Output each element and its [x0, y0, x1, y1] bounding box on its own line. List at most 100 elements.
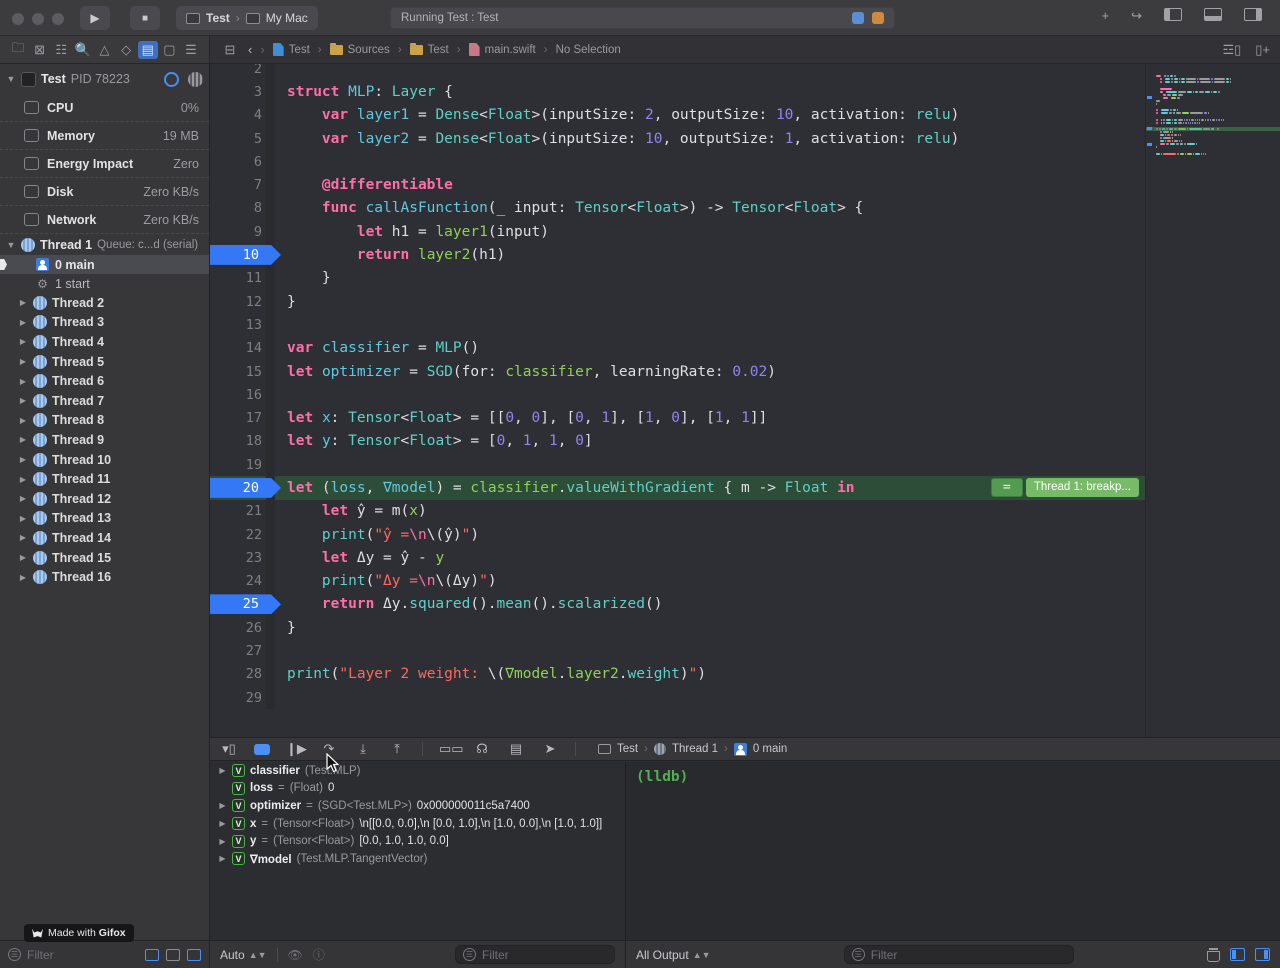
variable-row-loss[interactable]: Vloss=(Float)0 — [210, 780, 625, 798]
line-number[interactable]: 2 — [210, 64, 266, 77]
disclosure-closed-icon[interactable]: ▶ — [18, 357, 28, 366]
debug-crumb-label[interactable]: Test — [617, 743, 638, 755]
go-back-icon[interactable]: ‹ — [248, 42, 252, 57]
variable-row-∇model[interactable]: ▶V∇model(Test.MLP.TangentVector) — [210, 850, 625, 868]
jumpbar-item[interactable]: main.swift — [469, 43, 536, 56]
disclosure-closed-icon[interactable]: ▶ — [18, 318, 28, 327]
disclosure-open-icon[interactable]: ▼ — [6, 240, 16, 250]
thread-row-thread-11[interactable]: ▶Thread 11 — [0, 469, 209, 489]
clear-console-icon[interactable] — [1207, 948, 1220, 962]
variables-filter-field[interactable]: ☰ Filter — [455, 945, 615, 964]
symbol-navigator-icon[interactable]: ☷ — [51, 41, 71, 59]
console-filter-field[interactable]: ☰ Filter — [844, 945, 1074, 964]
thread-row-thread-5[interactable]: ▶Thread 5 — [0, 352, 209, 372]
gauge-network[interactable]: NetworkZero KB/s — [0, 206, 209, 234]
thread-row-thread-10[interactable]: ▶Thread 10 — [0, 450, 209, 470]
toggle-debug-area-icon[interactable] — [1204, 8, 1222, 21]
disclosure-closed-icon[interactable]: ▶ — [18, 435, 28, 444]
thread-row-thread-7[interactable]: ▶Thread 7 — [0, 391, 209, 411]
code-line-23[interactable]: 23 let Δy = ŷ - y — [210, 546, 1145, 569]
scheme-selector[interactable]: Test › My Mac — [176, 6, 318, 30]
simulate-location-icon[interactable]: ➤ — [541, 741, 559, 757]
show-console-view-icon[interactable] — [1255, 948, 1270, 961]
console-view[interactable]: (lldb) — [625, 762, 1280, 940]
step-into-icon[interactable]: ⤓ — [354, 741, 372, 757]
show-variables-view-icon[interactable] — [1230, 948, 1245, 961]
disclosure-closed-icon[interactable]: ▶ — [18, 533, 28, 542]
code-line-22[interactable]: 22 print("ŷ =\n\(ŷ)") — [210, 523, 1145, 546]
show-running-blocks-icon[interactable] — [145, 949, 159, 961]
disclosure-closed-icon[interactable]: ▶ — [218, 819, 227, 828]
breakpoint-navigator-icon[interactable]: ▢ — [159, 41, 179, 59]
line-number[interactable]: 4 — [210, 107, 266, 123]
stop-button[interactable]: ■ — [130, 6, 160, 30]
code-line-21[interactable]: 21 let ŷ = m(x) — [210, 500, 1145, 523]
code-line-16[interactable]: 16 — [210, 383, 1145, 406]
code-line-13[interactable]: 13 — [210, 313, 1145, 336]
continue-execution-icon[interactable]: ❙▶ — [286, 741, 304, 757]
process-row[interactable]: ▼ Test PID 78223 — [0, 64, 209, 94]
stack-frame-0-main[interactable]: 0 main — [0, 255, 209, 274]
close-window-icon[interactable] — [12, 13, 24, 25]
disclosure-closed-icon[interactable]: ▶ — [18, 377, 28, 386]
line-number[interactable]: 26 — [210, 620, 266, 636]
code-line-29[interactable]: 29 — [210, 686, 1145, 709]
issue-navigator-icon[interactable]: △ — [95, 41, 115, 59]
variables-scope-dropdown[interactable]: Auto▲▼ — [220, 948, 267, 962]
navigator-filter-input[interactable]: Filter — [27, 948, 54, 962]
pause-process-icon[interactable] — [164, 72, 179, 87]
source-editor[interactable]: 23struct MLP: Layer {4 var layer1 = Dens… — [210, 64, 1280, 737]
variable-row-y[interactable]: ▶Vy=(Tensor<Float>)[0.0, 1.0, 1.0, 0.0] — [210, 832, 625, 850]
thread-row-thread-3[interactable]: ▶Thread 3 — [0, 313, 209, 333]
line-number[interactable]: 28 — [210, 666, 266, 682]
line-number[interactable]: 6 — [210, 154, 266, 170]
disclosure-closed-icon[interactable]: ▶ — [218, 801, 227, 810]
go-forward-icon[interactable]: › — [260, 42, 264, 57]
jumpbar-item[interactable]: No Selection — [556, 44, 621, 56]
report-navigator-icon[interactable]: ☰ — [181, 41, 201, 59]
quicklook-eye-icon[interactable]: 👁 — [288, 948, 303, 962]
find-navigator-icon[interactable]: 🔍 — [73, 41, 93, 59]
thread-row-thread-8[interactable]: ▶Thread 8 — [0, 411, 209, 431]
thread-row-thread-14[interactable]: ▶Thread 14 — [0, 528, 209, 548]
code-review-icon[interactable]: ↪ — [1131, 8, 1142, 24]
debug-memory-graph-icon[interactable]: ☊ — [473, 741, 491, 757]
zoom-window-icon[interactable] — [52, 13, 64, 25]
gauge-cpu[interactable]: CPU0% — [0, 94, 209, 122]
line-number[interactable]: 22 — [210, 527, 266, 543]
code-line-2[interactable]: 2 — [210, 64, 1145, 80]
adjust-editor-options-icon[interactable]: ☲▯ — [1222, 42, 1241, 58]
debug-crumb-label[interactable]: Thread 1 — [672, 743, 718, 755]
disclosure-closed-icon[interactable]: ▶ — [218, 766, 227, 775]
breakpoints-enabled-icon[interactable] — [254, 744, 270, 755]
thread-row-thread-9[interactable]: ▶Thread 9 — [0, 430, 209, 450]
thread-row-thread-6[interactable]: ▶Thread 6 — [0, 371, 209, 391]
code-line-11[interactable]: 11 } — [210, 267, 1145, 290]
disclosure-closed-icon[interactable]: ▶ — [18, 396, 28, 405]
disclosure-closed-icon[interactable]: ▶ — [18, 494, 28, 503]
thread-row-thread-13[interactable]: ▶Thread 13 — [0, 509, 209, 529]
code-line-19[interactable]: 19 — [210, 453, 1145, 476]
line-number[interactable]: 29 — [210, 690, 266, 706]
code-line-24[interactable]: 24 print("Δy =\n\(Δy)") — [210, 570, 1145, 593]
disclosure-closed-icon[interactable]: ▶ — [18, 337, 28, 346]
line-number[interactable]: 12 — [210, 294, 266, 310]
breakpoint-indicator[interactable]: 10 — [210, 245, 281, 265]
line-number[interactable]: 23 — [210, 550, 266, 566]
code-line-15[interactable]: 15let optimizer = SGD(for: classifier, l… — [210, 360, 1145, 383]
thread-row-thread-4[interactable]: ▶Thread 4 — [0, 332, 209, 352]
gauge-energy-impact[interactable]: Energy ImpactZero — [0, 150, 209, 178]
hide-debug-area-icon[interactable]: ▾▯ — [220, 741, 238, 757]
thread-row-thread-2[interactable]: ▶Thread 2 — [0, 293, 209, 313]
code-line-4[interactable]: 4 var layer1 = Dense<Float>(inputSize: 2… — [210, 104, 1145, 127]
debug-breadcrumb[interactable]: Test›Thread 1›0 main — [598, 743, 787, 756]
code-line-5[interactable]: 5 var layer2 = Dense<Float>(inputSize: 1… — [210, 127, 1145, 150]
gauge-disk[interactable]: DiskZero KB/s — [0, 178, 209, 206]
debug-view-hierarchy-icon[interactable]: ▭▭ — [439, 741, 457, 757]
line-number[interactable]: 18 — [210, 433, 266, 449]
toggle-navigator-icon[interactable] — [1164, 8, 1182, 21]
breakpoint-indicator[interactable]: 25 — [210, 594, 281, 614]
code-line-9[interactable]: 9 let h1 = layer1(input) — [210, 220, 1145, 243]
project-navigator-icon[interactable]: 🗀 — [8, 41, 28, 59]
gauge-memory[interactable]: Memory19 MB — [0, 122, 209, 150]
